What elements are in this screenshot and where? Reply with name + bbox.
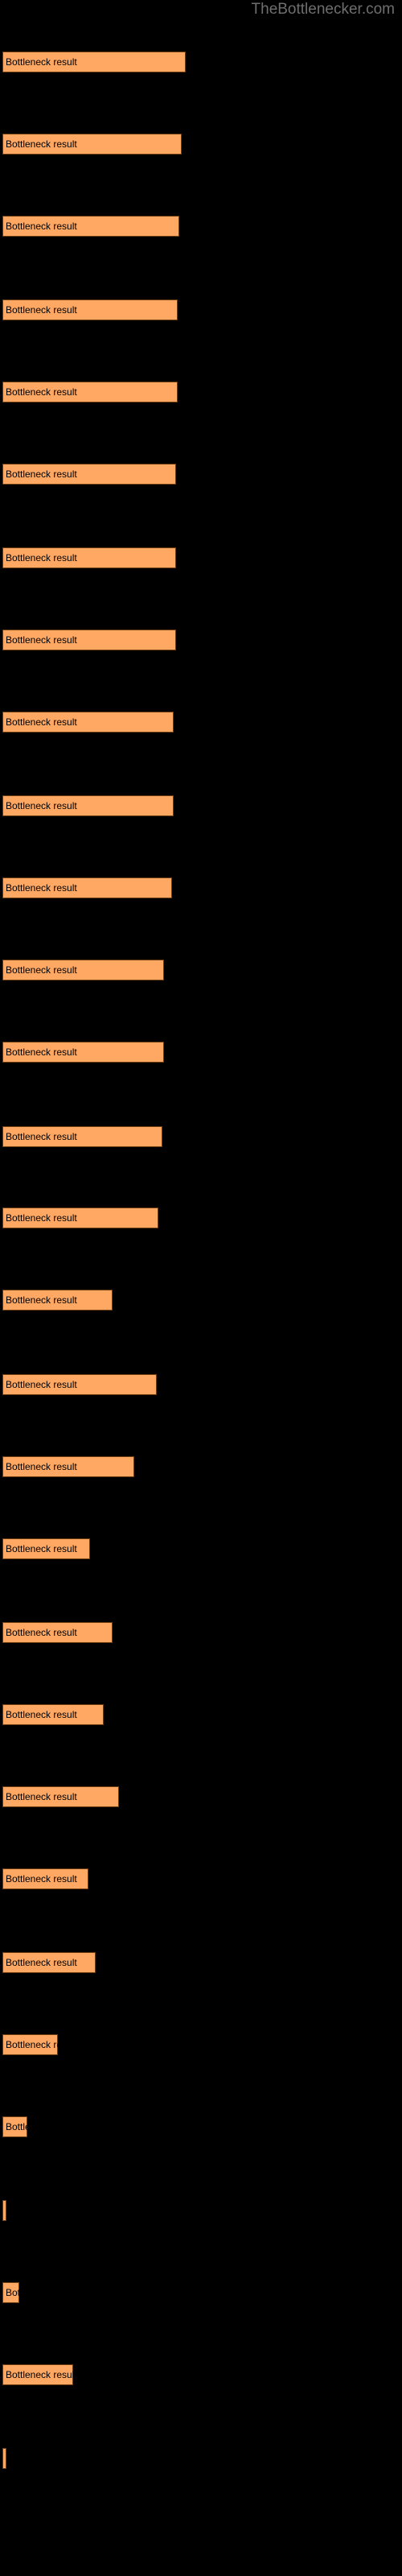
bar-row: Bottleneck result — [2, 1785, 119, 1807]
bar-label: Bottleneck result — [6, 2038, 58, 2050]
bar-label: Bottleneck result — [6, 1708, 77, 1720]
bar-clip: Bottleneck result — [2, 712, 174, 733]
bar-row: Bottleneck result — [2, 712, 174, 733]
bar-row: Bottleneck result — [2, 877, 172, 899]
bar-clip: Bottleneck result — [2, 1455, 134, 1477]
bar-label: Bottleneck result — [6, 138, 77, 150]
bar-row: Bottleneck result — [2, 1125, 163, 1147]
bar-label: Bottleneck result — [6, 1046, 77, 1059]
bar-label: Bottleneck result — [6, 2286, 20, 2298]
bar-label: Bottleneck result — [6, 2120, 27, 2132]
bar-clip: Bottleneck result — [2, 2200, 6, 2222]
bottleneck-chart: TheBottlenecker.com Bottleneck result Bot… — [0, 0, 402, 2576]
bar-clip: Bottleneck result — [2, 1042, 165, 1063]
bar-clip: Bottleneck result — [2, 1125, 163, 1147]
bar-row: Bottleneck result — [2, 215, 180, 237]
bar-clip: Bottleneck result — [2, 2281, 20, 2303]
bar-row: Bottleneck result — [2, 547, 176, 569]
bar-label: Bottleneck result — [6, 1542, 77, 1554]
bar-row: Bottleneck result — [2, 1373, 157, 1395]
bar-label: Bottleneck result — [6, 2368, 73, 2380]
bar-row: Bottleneck result — [2, 2033, 58, 2055]
bar-row: Bottleneck result — [2, 960, 165, 981]
bar-clip: Bottleneck result — [2, 877, 172, 899]
bar-row: Bottleneck result — [2, 464, 176, 485]
bar-label: Bottleneck result — [6, 1212, 77, 1224]
bar-label: Bottleneck result — [6, 634, 77, 646]
bar-label: Bottleneck result — [6, 800, 77, 812]
bar-label: Bottleneck result — [6, 1956, 77, 1968]
bar-clip: Bottleneck result — [2, 1703, 104, 1725]
bar-label: Bottleneck result — [6, 1294, 77, 1307]
bar-clip: Bottleneck result — [2, 1208, 159, 1229]
bar-list: Bottleneck result Bottleneck result Bottle… — [0, 0, 402, 2576]
bar-row: Bottleneck result — [2, 1538, 91, 1559]
bar-clip: Bottleneck result — [2, 2363, 73, 2385]
bar-row: Bottleneck result — [2, 133, 182, 155]
bar-clip: Bottleneck result — [2, 382, 178, 403]
bar-row: Bottleneck result — [2, 1621, 113, 1643]
bar-label: Bottleneck result — [6, 1790, 77, 1802]
bar-row: Bottleneck result — [2, 2363, 73, 2385]
bar-row: Bottleneck result — [2, 2116, 27, 2137]
bar-label: Bottleneck result — [6, 552, 77, 564]
bar-clip: Bottleneck result — [2, 2448, 6, 2470]
bar-clip: Bottleneck result — [2, 547, 176, 569]
bar-label: Bottleneck result — [6, 386, 77, 398]
bar-label: Bottleneck result — [6, 1872, 77, 1885]
bar-clip: Bottleneck result — [2, 1951, 96, 1973]
bar-label: Bottleneck result — [6, 1130, 77, 1142]
bar-row: Bottleneck result — [2, 795, 174, 817]
bar-row: Bottleneck result — [2, 1868, 88, 1889]
bar-clip: Bottleneck result — [2, 215, 180, 237]
bar-row: Bottleneck result — [2, 299, 178, 321]
bar-row: Bottleneck result — [2, 52, 186, 72]
bar-clip: Bottleneck result — [2, 464, 176, 485]
bar-label: Bottleneck result — [6, 1378, 77, 1390]
bar-row: Bottleneck result — [2, 630, 176, 651]
bar-clip: Bottleneck result — [2, 2116, 27, 2137]
bar-label: Bottleneck result — [6, 1626, 77, 1638]
bar-clip: Bottleneck result — [2, 960, 165, 981]
bar-row: Bottleneck result — [2, 2281, 20, 2303]
bar-clip: Bottleneck result — [2, 52, 186, 72]
bar-label: Bottleneck result — [6, 716, 77, 729]
bar-label: Bottleneck result — [6, 1460, 77, 1472]
bar-row: Bottleneck result — [2, 2448, 6, 2470]
bar-clip: Bottleneck result — [2, 299, 178, 321]
bar-label: Bottleneck result — [6, 220, 77, 232]
bar-label: Bottleneck result — [6, 882, 77, 894]
bar-label: Bottleneck result — [6, 469, 77, 480]
bar-row: Bottleneck result — [2, 1042, 165, 1063]
bar-row: Bottleneck result — [2, 2200, 6, 2222]
bar-label: Bottleneck result — [6, 56, 77, 68]
bar-row: Bottleneck result — [2, 1455, 134, 1477]
bar-row: Bottleneck result — [2, 1703, 104, 1725]
bar-label: Bottleneck result — [6, 304, 77, 316]
bar-clip: Bottleneck result — [2, 133, 182, 155]
bar-row: Bottleneck result — [2, 1208, 159, 1229]
bar-row: Bottleneck result — [2, 382, 178, 403]
bar-clip: Bottleneck result — [2, 1538, 91, 1559]
bar-clip: Bottleneck result — [2, 630, 176, 651]
bar-clip: Bottleneck result — [2, 1785, 119, 1807]
bar-row: Bottleneck result — [2, 1951, 96, 1973]
bar-label: Bottleneck result — [6, 964, 77, 976]
bar-clip: Bottleneck result — [2, 1621, 113, 1643]
bar-clip: Bottleneck result — [2, 795, 174, 817]
bar-clip: Bottleneck result — [2, 1373, 157, 1395]
bar-row: Bottleneck result — [2, 1290, 113, 1311]
bar-clip: Bottleneck result — [2, 2033, 58, 2055]
bar-clip: Bottleneck result — [2, 1290, 113, 1311]
bar-clip: Bottleneck result — [2, 1868, 88, 1889]
